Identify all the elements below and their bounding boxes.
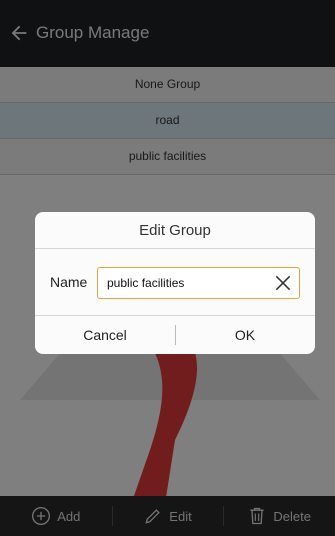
name-label: Name <box>50 274 88 290</box>
ok-button[interactable]: OK <box>175 316 315 354</box>
name-field-row: Name public facilities <box>35 249 315 316</box>
dialog-buttons: Cancel OK <box>35 316 315 354</box>
clear-icon[interactable] <box>273 273 293 293</box>
dialog-title: Edit Group <box>35 212 315 249</box>
screen: Group Manage None Group road public faci… <box>0 0 335 536</box>
cancel-button[interactable]: Cancel <box>35 316 175 354</box>
name-input-value: public facilities <box>107 276 185 290</box>
name-input[interactable]: public facilities <box>97 267 300 299</box>
edit-group-dialog: Edit Group Name public facilities Cancel… <box>35 212 315 354</box>
